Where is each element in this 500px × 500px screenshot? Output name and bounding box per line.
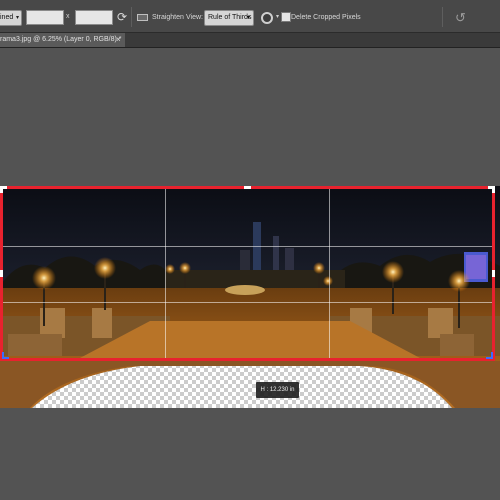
view-label: View:	[186, 14, 203, 21]
crop-handle-left[interactable]	[0, 270, 3, 277]
toolbar-separator	[131, 7, 132, 27]
swap-dimensions-button[interactable]: x	[66, 13, 70, 20]
crop-options-bar: ined ▾ x ⟳ Straighten View: Rule of Thir…	[0, 0, 500, 33]
aspect-ratio-select[interactable]: ined ▾	[0, 10, 22, 26]
gear-icon[interactable]	[261, 12, 273, 24]
rotate-cw-icon[interactable]: ⟳	[117, 11, 127, 23]
straighten-icon[interactable]	[137, 14, 148, 21]
chevron-down-icon: ▾	[246, 15, 250, 21]
rule-of-thirds-line	[3, 302, 492, 303]
panorama-image[interactable]	[0, 186, 500, 408]
crop-height-field[interactable]	[75, 10, 113, 25]
crop-width-field[interactable]	[26, 10, 64, 25]
crop-bounding-box[interactable]	[0, 186, 495, 361]
crop-handle-top[interactable]	[244, 186, 251, 189]
rule-of-thirds-line	[329, 189, 330, 358]
rule-of-thirds-line	[3, 246, 492, 247]
crop-handle-top-left-v[interactable]	[0, 186, 3, 193]
straighten-button[interactable]: Straighten	[152, 14, 184, 21]
crop-handle-right[interactable]	[492, 270, 495, 277]
chevron-down-icon[interactable]: ▾	[276, 13, 279, 20]
crop-handle-bottom-left[interactable]	[2, 352, 9, 359]
close-icon[interactable]: ×	[116, 33, 121, 47]
aspect-ratio-value: ined	[0, 14, 14, 21]
transparent-region	[32, 366, 452, 408]
reset-icon[interactable]: ↺	[455, 10, 466, 26]
document-tab[interactable]: rama3.jpg @ 6.25% (Layer 0, RGB/8) * ×	[0, 33, 125, 47]
document-tab-bar: rama3.jpg @ 6.25% (Layer 0, RGB/8) * ×	[0, 33, 500, 48]
crop-dimension-tooltip: H : 12.230 in	[256, 382, 299, 398]
document-tab-title: rama3.jpg @ 6.25% (Layer 0, RGB/8) *	[0, 36, 122, 43]
delete-cropped-pixels-checkbox[interactable]	[281, 12, 291, 22]
overlay-view-value: Rule of Thirds	[208, 14, 252, 21]
overlay-view-select[interactable]: Rule of Thirds ▾	[204, 10, 254, 26]
delete-cropped-pixels-label: Delete Cropped Pixels	[291, 14, 361, 21]
crop-handle-bottom-right[interactable]	[486, 352, 493, 359]
crop-handle-top-right-v[interactable]	[492, 186, 495, 193]
rule-of-thirds-line	[165, 189, 166, 358]
toolbar-separator	[442, 7, 443, 27]
chevron-down-icon: ▾	[15, 15, 19, 21]
canvas-area[interactable]: H : 12.230 in	[0, 48, 500, 500]
